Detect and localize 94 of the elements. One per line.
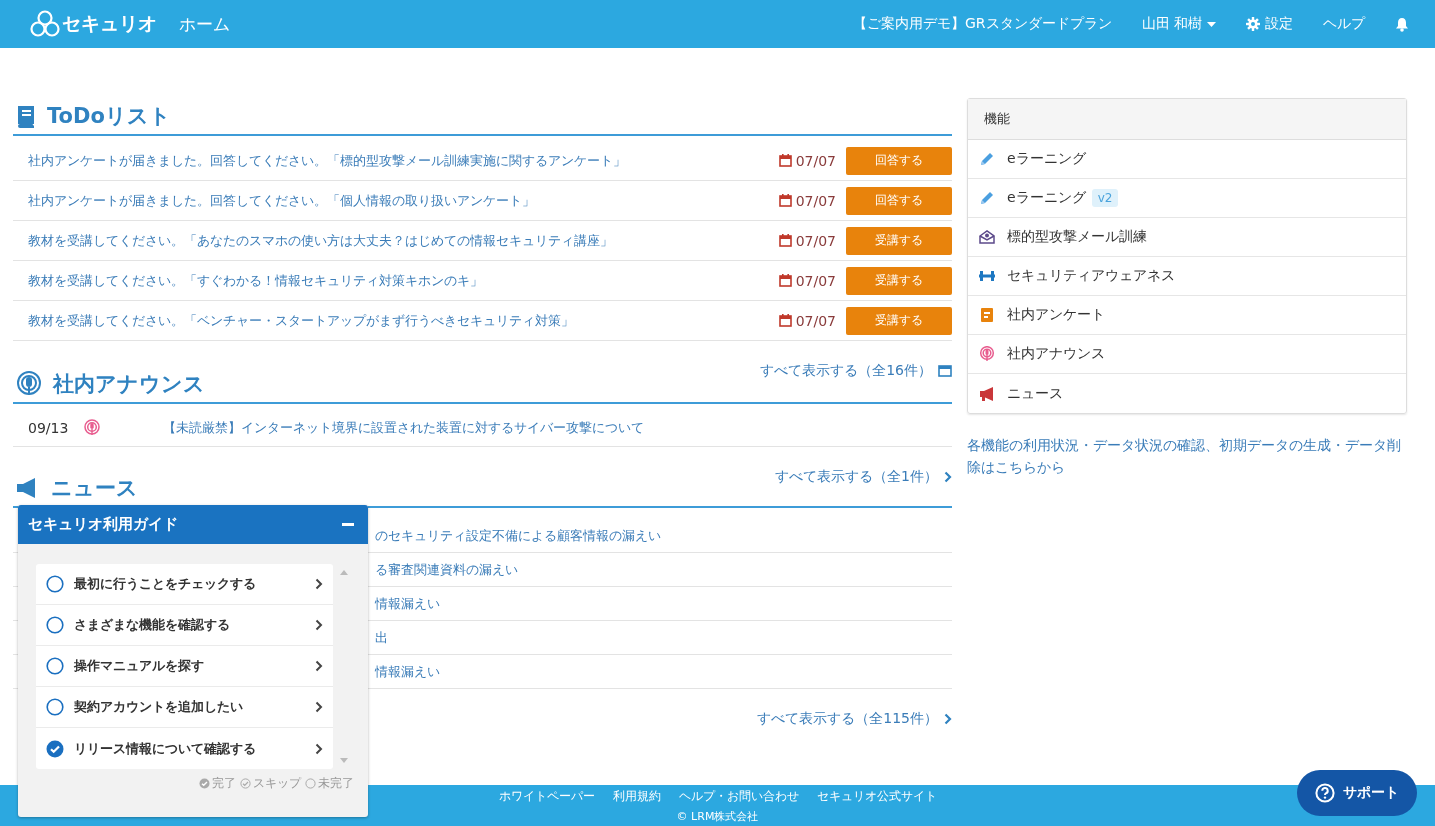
calendar-icon — [778, 234, 792, 247]
page-title: ホーム — [179, 12, 230, 36]
notification-button[interactable] — [1395, 16, 1409, 32]
todo-link[interactable]: 教材を受講してください。「すぐわかる！情報セキュリティ対策キホンのキ」 — [28, 271, 779, 290]
feature-item[interactable]: eラーニング — [968, 140, 1406, 179]
bell-icon — [1395, 16, 1409, 32]
envelope-icon — [979, 229, 995, 245]
show-all-link[interactable]: すべて表示する（全16件） — [760, 362, 932, 380]
due-date: 07/07 — [795, 192, 836, 209]
show-all-link[interactable]: すべて表示する（全115件） — [757, 710, 938, 728]
plan-name: 【ご案内用デモ】GRスタンダードプラン — [852, 15, 1112, 33]
action-button[interactable]: 回答する — [846, 146, 952, 175]
announce-link[interactable]: 【未読厳禁】インターネット境界に設置された装置に対するサイバー攻撃について — [163, 418, 644, 437]
chevron-right-icon — [315, 578, 323, 590]
news-link[interactable]: る審査関連資料の漏えい — [375, 560, 518, 579]
footer-link[interactable]: セキュリオ公式サイト — [816, 788, 937, 805]
megaphone-icon — [979, 385, 995, 402]
chevron-right-icon — [944, 713, 952, 725]
copyright: © LRM株式会社 — [676, 809, 759, 824]
guide-item[interactable]: 操作マニュアルを探す — [36, 646, 333, 687]
calendar-icon — [778, 154, 792, 167]
dumbbell-icon — [979, 268, 995, 284]
guide-item[interactable]: 契約アカウントを追加したい — [36, 687, 333, 728]
legend-label: スキップ — [253, 775, 301, 792]
todo-link[interactable]: 社内アンケートが届きました。回答してください。「標的型攻撃メール訓練実施に関するアンケート」 — [28, 151, 779, 170]
due-date: 07/07 — [795, 312, 836, 329]
guide-header: セキュリオ利用ガイド — [18, 505, 368, 544]
feature-item[interactable]: 標的型攻撃メール訓練 — [968, 218, 1406, 257]
chevron-right-icon — [315, 742, 323, 755]
section-title: ニュース — [51, 475, 138, 502]
window-icon — [938, 365, 952, 377]
action-button[interactable]: 受講する — [846, 266, 952, 295]
broadcast-icon — [83, 418, 101, 437]
section-title: ToDoリスト — [47, 103, 171, 130]
version-badge: v2 — [1091, 189, 1119, 207]
news-link[interactable]: 情報漏えい — [375, 662, 440, 681]
calendar-icon — [778, 274, 792, 287]
feature-item[interactable]: セキュリティアウェアネス — [968, 257, 1406, 296]
broadcast-icon — [979, 346, 995, 362]
action-button[interactable]: 受講する — [846, 226, 952, 255]
card-header: 機能 — [968, 99, 1406, 140]
due-date: 07/07 — [795, 152, 836, 169]
news-link[interactable]: 出 — [375, 628, 388, 647]
chevron-right-icon — [315, 660, 323, 672]
survey-icon — [979, 307, 995, 323]
pencil-icon — [979, 190, 995, 206]
announce-date: 09/13 — [28, 419, 70, 436]
chevron-right-icon — [315, 701, 323, 713]
broadcast-icon — [15, 370, 43, 398]
legend-label: 未完了 — [318, 775, 354, 792]
caret-icon — [1207, 21, 1216, 27]
section-title: 社内アナウンス — [53, 371, 205, 398]
action-button[interactable]: 受講する — [846, 306, 952, 335]
support-button[interactable]: サポート — [1297, 770, 1417, 816]
feature-item[interactable]: eラーニング v2 — [968, 179, 1406, 218]
feature-item[interactable]: 社内アナウンス — [968, 335, 1406, 374]
help-link[interactable]: ヘルプ — [1323, 15, 1365, 33]
feature-item[interactable]: ニュース — [968, 374, 1406, 413]
circle-icon — [305, 778, 316, 789]
logo-icon — [30, 10, 60, 38]
show-all-link[interactable]: すべて表示する（全1件） — [775, 468, 938, 486]
news-link[interactable]: のセキュリティ設定不備による顧客情報の漏えい — [375, 526, 661, 545]
action-button[interactable]: 回答する — [846, 186, 952, 215]
todo-link[interactable]: 社内アンケートが届きました。回答してください。「個人情報の取り扱いアンケート」 — [28, 191, 779, 210]
guide-item[interactable]: 最初に行うことをチェックする — [36, 564, 333, 605]
minimize-icon — [342, 523, 354, 526]
news-link[interactable]: 情報漏えい — [375, 594, 440, 613]
footer-link[interactable]: 利用規約 — [612, 788, 661, 805]
due-date: 07/07 — [795, 232, 836, 249]
scroll-down-icon — [340, 758, 348, 763]
due-date: 07/07 — [795, 272, 836, 289]
user-menu[interactable]: 山田 和樹 — [1141, 15, 1216, 33]
feature-item[interactable]: 社内アンケート — [968, 296, 1406, 335]
chevron-right-icon — [315, 619, 323, 631]
calendar-icon — [778, 314, 792, 327]
scroll-up-icon — [340, 570, 348, 575]
logo-text: セキュリオ — [62, 11, 157, 36]
calendar-icon — [778, 194, 792, 207]
settings-link[interactable]: 設定 — [1246, 15, 1293, 33]
footer-link[interactable]: ホワイトペーパー — [498, 788, 595, 805]
todo-link[interactable]: 教材を受講してください。「あなたのスマホの使い方は大丈夫？はじめての情報セキュリティ講座」 — [28, 231, 779, 250]
footer-link[interactable]: ヘルプ・お問い合わせ — [678, 788, 799, 805]
feature-note-link[interactable]: 各機能の利用状況・データ状況の確認、初期データの生成・データ削除はこちらから — [967, 434, 1407, 478]
todo-link[interactable]: 教材を受講してください。「ベンチャー・スタートアップがまず行うべきセキュリティ対策」 — [28, 311, 779, 330]
check-circle-icon — [240, 778, 251, 789]
pencil-icon — [979, 151, 995, 167]
guide-item[interactable]: リリース情報について確認する — [36, 728, 333, 769]
guide-item[interactable]: さまざまな機能を確認する — [36, 605, 333, 646]
help-icon — [1315, 783, 1335, 803]
settings-icon — [1246, 17, 1260, 31]
legend-label: 完了 — [212, 775, 236, 792]
check-circle-icon — [199, 778, 210, 789]
book-icon — [15, 104, 37, 128]
chevron-right-icon — [944, 471, 952, 483]
